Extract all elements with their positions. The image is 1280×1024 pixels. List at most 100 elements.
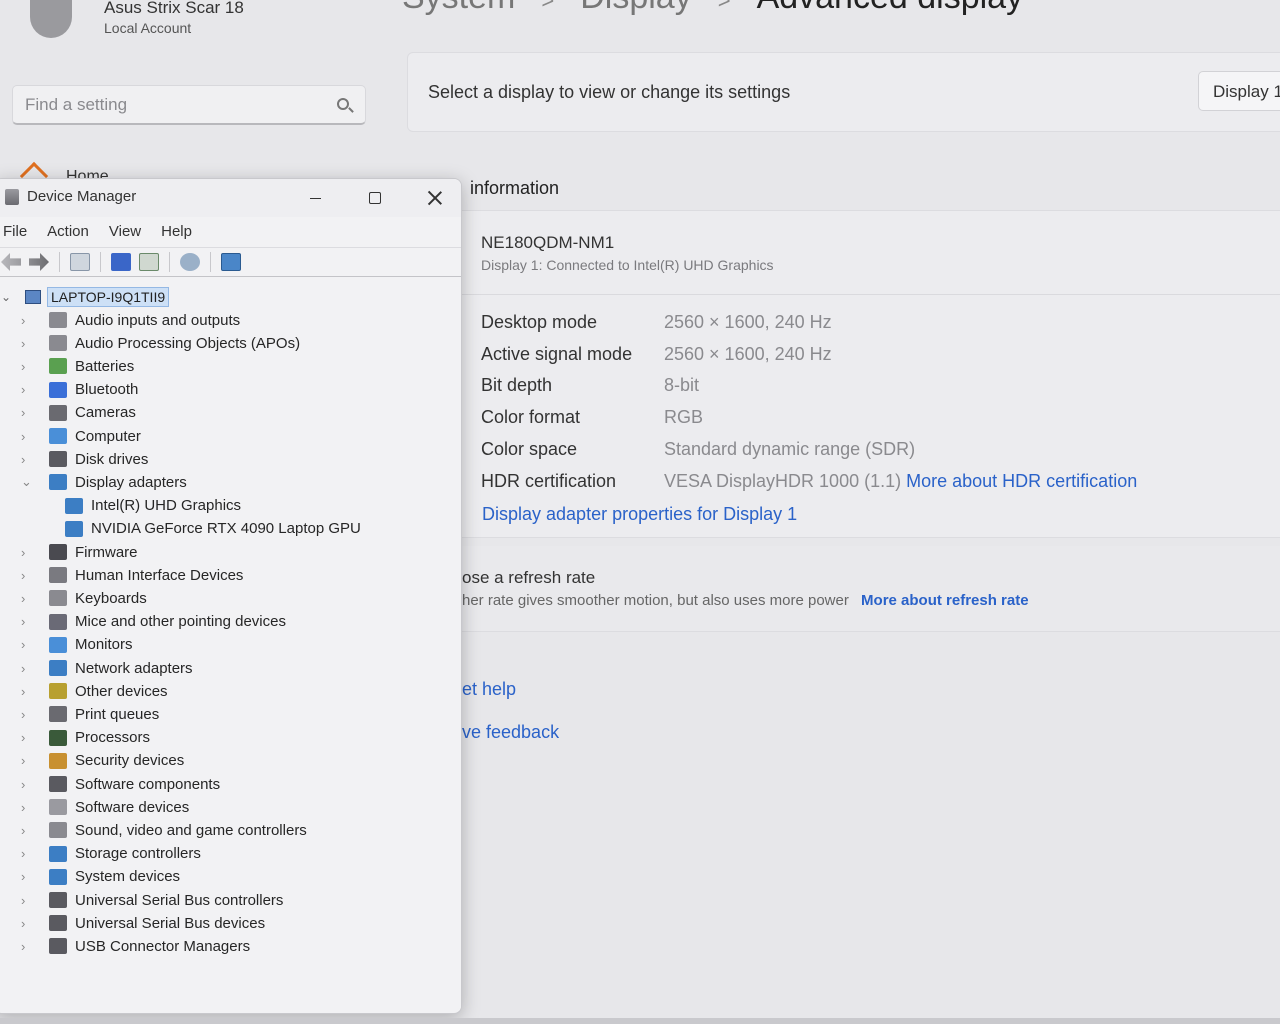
hdr-info-link[interactable]: More about HDR certification <box>906 471 1137 491</box>
chevron-right-icon[interactable]: › <box>21 452 35 467</box>
search-icon <box>337 98 349 110</box>
tree-category[interactable]: › USB Connector Managers <box>21 935 250 957</box>
back-arrow-icon[interactable] <box>1 253 21 271</box>
tree-category[interactable]: › Audio inputs and outputs <box>21 309 240 331</box>
tree-category[interactable]: › Universal Serial Bus controllers <box>21 889 283 911</box>
minimize-button[interactable] <box>285 179 345 217</box>
security-device-icon <box>49 752 67 769</box>
display-adapter-properties-link[interactable]: Display adapter properties for Display 1 <box>482 504 797 525</box>
tree-category[interactable]: › System devices <box>21 866 180 888</box>
info-label: Desktop mode <box>481 312 598 332</box>
tree-item-label: Universal Serial Bus devices <box>75 914 266 932</box>
get-help-link[interactable]: et help <box>462 679 516 700</box>
storage-controller-icon <box>49 845 67 862</box>
breadcrumb: System > Display > Advanced display <box>402 0 1023 17</box>
chevron-right-icon[interactable]: › <box>21 405 35 420</box>
chevron-right-icon[interactable]: › <box>21 800 35 815</box>
chevron-right-icon[interactable]: › <box>21 846 35 861</box>
tree-category[interactable]: › Print queues <box>21 703 159 725</box>
tree-child-item[interactable]: Intel(R) UHD Graphics <box>65 495 241 517</box>
tree-category[interactable]: › Batteries <box>21 355 134 377</box>
chevron-right-icon[interactable]: › <box>21 661 35 676</box>
tree-category[interactable]: › Disk drives <box>21 448 148 470</box>
tree-child-item[interactable]: NVIDIA GeForce RTX 4090 Laptop GPU <box>65 518 361 540</box>
chevron-right-icon[interactable]: › <box>21 753 35 768</box>
tree-item-label: Computer <box>75 427 141 445</box>
monitor-connection: Display 1: Connected to Intel(R) UHD Gra… <box>481 257 774 273</box>
tree-category[interactable]: › Software devices <box>21 796 189 818</box>
chevron-right-icon[interactable]: › <box>21 823 35 838</box>
tree-category[interactable]: ⌄ Display adapters <box>21 471 187 493</box>
chevron-right-icon[interactable]: › <box>21 730 35 745</box>
breadcrumb-system[interactable]: System <box>402 0 515 17</box>
update-driver-icon[interactable] <box>139 253 159 271</box>
chevron-right-icon[interactable]: › <box>21 591 35 606</box>
help-icon[interactable] <box>111 253 131 271</box>
maximize-icon <box>369 192 381 204</box>
chevron-right-icon[interactable]: › <box>21 939 35 954</box>
search-box[interactable] <box>12 85 366 125</box>
chevron-right-icon[interactable]: › <box>21 707 35 722</box>
menu-action[interactable]: Action <box>37 219 99 243</box>
tree-category[interactable]: › Universal Serial Bus devices <box>21 912 265 934</box>
tree-item-label: Firmware <box>75 543 138 561</box>
search-input[interactable] <box>13 86 365 123</box>
refresh-rate-info-link[interactable]: More about refresh rate <box>861 592 1029 609</box>
monitor-icon[interactable] <box>221 253 241 271</box>
tree-item-label: Print queues <box>75 705 160 723</box>
tree-category[interactable]: › Computer <box>21 425 141 447</box>
chevron-right-icon[interactable]: › <box>21 916 35 931</box>
tree-category[interactable]: › Human Interface Devices <box>21 564 243 586</box>
tree-category[interactable]: › Cameras <box>21 402 136 424</box>
tree-item-label: Sound, video and game controllers <box>75 821 307 839</box>
tree-category[interactable]: › Other devices <box>21 680 168 702</box>
tree-category[interactable]: › Audio Processing Objects (APOs) <box>21 332 300 354</box>
menu-help[interactable]: Help <box>151 219 202 243</box>
chevron-right-icon[interactable]: › <box>21 429 35 444</box>
chevron-right-icon[interactable]: › <box>21 336 35 351</box>
tree-category[interactable]: › Mice and other pointing devices <box>21 611 286 633</box>
properties-icon[interactable] <box>70 253 90 271</box>
tree-root[interactable]: ⌄ LAPTOP-I9Q1TII9 <box>1 286 170 308</box>
forward-arrow-icon[interactable] <box>29 253 49 271</box>
tree-category[interactable]: › Storage controllers <box>21 843 201 865</box>
chevron-down-icon[interactable]: ⌄ <box>21 474 35 490</box>
chevron-right-icon[interactable]: › <box>21 614 35 629</box>
tree-item-label: Network adapters <box>75 659 193 677</box>
tree-category[interactable]: › Monitors <box>21 634 133 656</box>
tree-category[interactable]: › Software components <box>21 773 220 795</box>
chevron-right-icon[interactable]: › <box>21 382 35 397</box>
chevron-right-icon[interactable]: › <box>21 568 35 583</box>
chevron-right-icon[interactable]: › <box>21 777 35 792</box>
chevron-right-icon[interactable]: › <box>21 637 35 652</box>
display-select-dropdown[interactable]: Display 1 <box>1198 71 1280 111</box>
tree-category[interactable]: › Keyboards <box>21 587 147 609</box>
maximize-button[interactable] <box>345 179 405 217</box>
chevron-right-icon[interactable]: › <box>21 684 35 699</box>
menu-view[interactable]: View <box>99 219 151 243</box>
refresh-rate-card[interactable] <box>462 546 1280 632</box>
nav-item-home[interactable]: Home <box>20 160 140 180</box>
give-feedback-link[interactable]: ve feedback <box>462 722 559 743</box>
menu-file[interactable]: File <box>0 219 37 243</box>
title-bar[interactable]: Device Manager <box>0 179 461 217</box>
chevron-right-icon[interactable]: › <box>21 869 35 884</box>
chevron-right-icon[interactable]: › <box>21 893 35 908</box>
breadcrumb-display[interactable]: Display <box>580 0 691 17</box>
refresh-rate-desc-text: her rate gives smoother motion, but also… <box>462 592 849 609</box>
chevron-right-icon[interactable]: › <box>21 359 35 374</box>
close-button[interactable] <box>405 179 461 217</box>
info-value: 2560 × 1600, 240 Hz <box>664 312 832 332</box>
avatar[interactable] <box>30 0 72 38</box>
tree-category[interactable]: › Processors <box>21 727 150 749</box>
tree-category[interactable]: › Network adapters <box>21 657 193 679</box>
tree-category[interactable]: › Firmware <box>21 541 138 563</box>
scan-hardware-icon[interactable] <box>180 253 200 271</box>
tree-category[interactable]: › Sound, video and game controllers <box>21 819 307 841</box>
chevron-right-icon[interactable]: › <box>21 545 35 560</box>
tree-category[interactable]: › Security devices <box>21 750 184 772</box>
chevron-down-icon[interactable]: ⌄ <box>1 290 15 304</box>
tree-category[interactable]: › Bluetooth <box>21 379 138 401</box>
device-manager-icon <box>5 189 19 205</box>
chevron-right-icon[interactable]: › <box>21 313 35 328</box>
